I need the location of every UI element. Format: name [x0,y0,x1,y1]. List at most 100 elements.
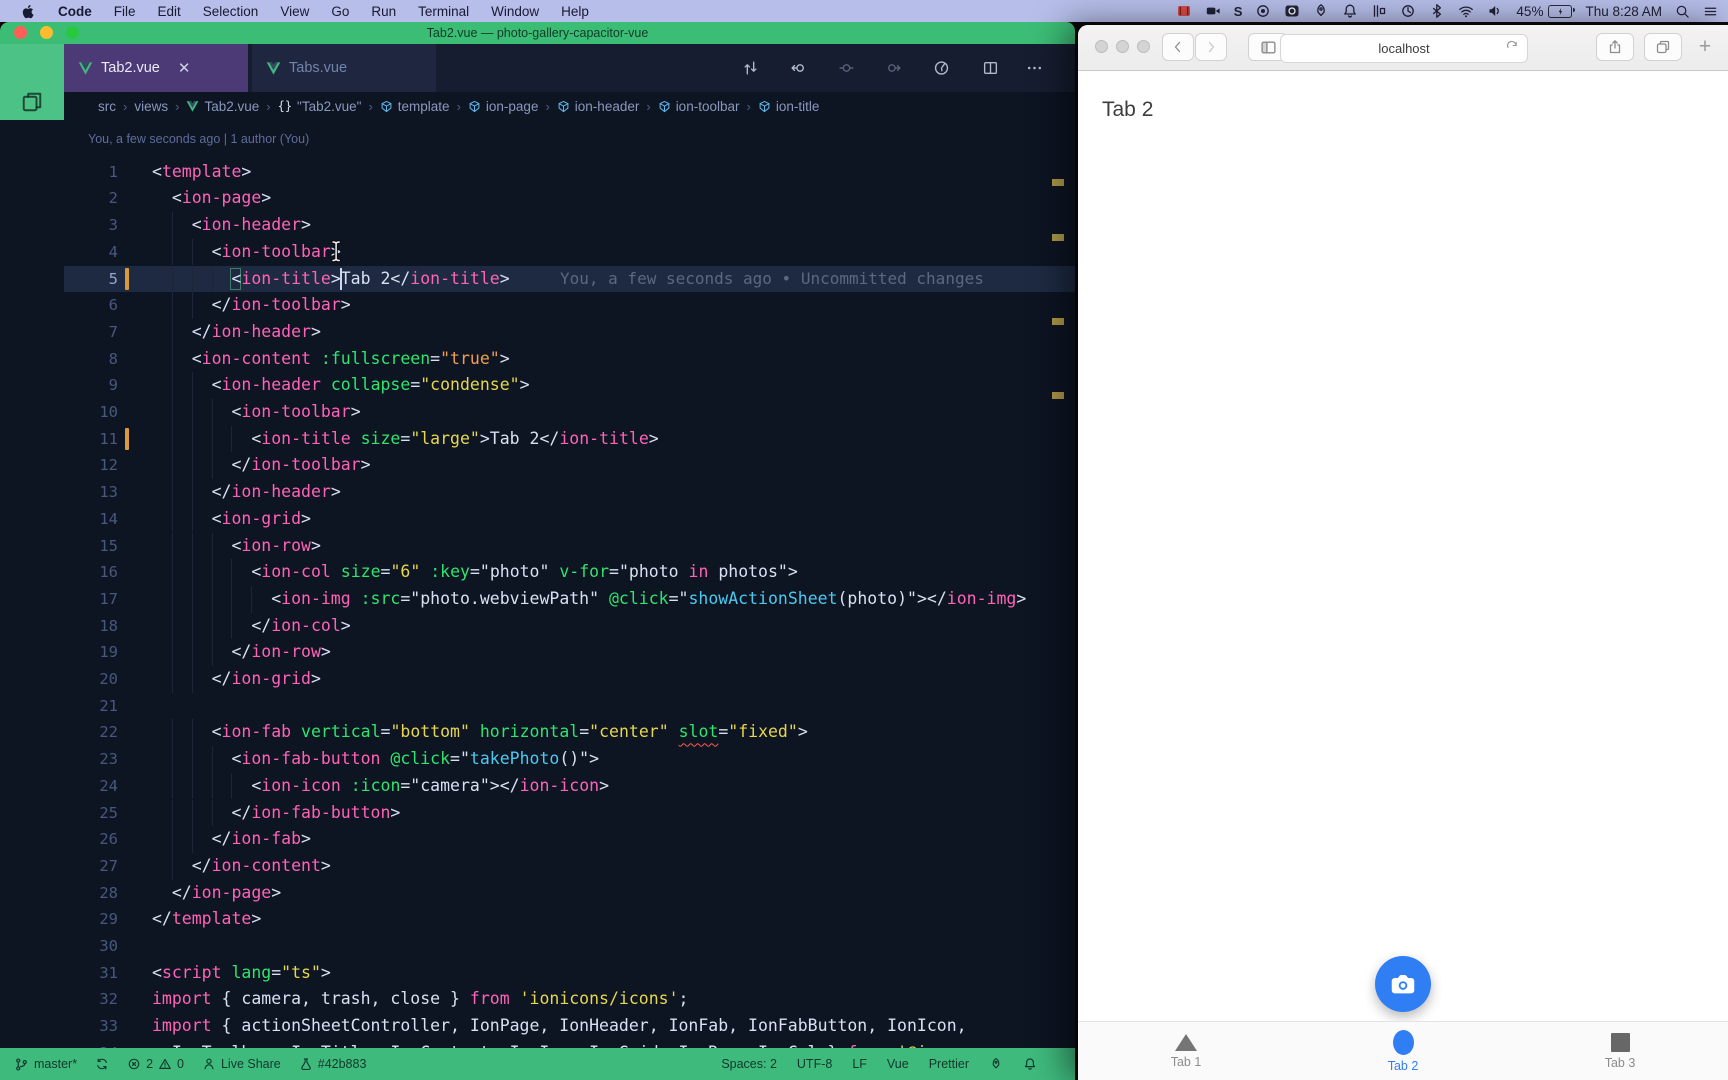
code-line[interactable]: 29</template> [64,906,1075,933]
sidebar-icon[interactable] [1260,39,1277,56]
code-line[interactable]: 23 <ion-fab-button @click="takePhoto()"> [64,746,1075,773]
problems-status[interactable]: 20 [127,1057,184,1071]
close-window-button[interactable] [1095,40,1108,53]
sketch-icon[interactable]: S [1234,4,1243,19]
menu-item-terminal[interactable]: Terminal [407,0,480,22]
share-icon[interactable] [1607,39,1623,55]
breadcrumb-item[interactable]: src [98,99,116,114]
code-line[interactable]: 2 <ion-page> [64,185,1075,212]
volume-icon[interactable] [1487,3,1503,19]
dock-icon[interactable] [1371,3,1387,19]
zoom-window-button[interactable] [1137,40,1150,53]
menulist-icon[interactable] [1703,4,1718,19]
back-button[interactable] [1162,33,1194,61]
code-line[interactable]: 14 <ion-grid> [64,506,1075,533]
menu-item-edit[interactable]: Edit [147,0,192,22]
code-line[interactable]: 10 <ion-toolbar> [64,399,1075,426]
files-icon[interactable] [20,90,44,114]
menu-item-code[interactable]: Code [47,0,103,22]
share-button[interactable] [1596,33,1634,61]
more-actions-button[interactable] [1026,60,1043,77]
address-bar[interactable]: localhost [1280,34,1528,63]
code-line[interactable]: 19 </ion-row> [64,639,1075,666]
git-compare-button[interactable] [742,60,759,77]
code-line[interactable]: 6 </ion-toolbar> [64,292,1075,319]
live-share-status[interactable]: Live Share [202,1057,281,1071]
code-line[interactable]: 12 </ion-toolbar> [64,452,1075,479]
ion-tab-tab-2[interactable]: Tab 2 [1333,1022,1473,1080]
ion-tab-tab-1[interactable]: Tab 1 [1116,1022,1256,1080]
videocam-icon[interactable] [1205,3,1221,19]
nav-circle-icon[interactable] [838,60,855,77]
breadcrumb-item[interactable]: ion-toolbar [658,99,740,114]
ion-tab-tab-3[interactable]: Tab 3 [1550,1022,1690,1080]
nav-forward-button[interactable] [885,60,902,77]
timeline-button[interactable] [933,60,950,77]
breadcrumb-item[interactable]: template [380,99,450,114]
code-line[interactable]: 16 <ion-col size="6" :key="photo" v-for=… [64,559,1075,586]
timeline-icon[interactable] [933,60,950,77]
bluetooth-icon[interactable] [1429,3,1445,19]
code-line[interactable]: 34 IonToolbar, IonTitle, IonContent, Ion… [64,1040,1075,1048]
activity-files-button[interactable] [20,90,44,114]
breadcrumb-item[interactable]: ion-header [557,99,640,114]
breadcrumb-item[interactable]: {}"Tab2.vue" [278,99,362,114]
tabsov-icon[interactable] [1655,39,1671,55]
nav-back-button[interactable] [790,60,807,77]
code-line[interactable]: 33import { actionSheetController, IonPag… [64,1013,1075,1040]
chevL-icon[interactable] [1170,39,1186,55]
encoding-status[interactable]: UTF-8 [797,1057,832,1071]
code-line[interactable]: 32import { camera, trash, close } from '… [64,986,1075,1013]
code-line[interactable]: 3 <ion-header> [64,212,1075,239]
eol-status[interactable]: LF [852,1057,867,1071]
menu-item-selection[interactable]: Selection [192,0,270,22]
camera-fab-button[interactable] [1375,956,1431,1012]
editor-tab-tabs-vue[interactable]: Tabs.vue [252,44,436,92]
code-line[interactable]: 26 </ion-fab> [64,826,1075,853]
code-line[interactable]: 21 [64,693,1075,720]
menu-clock[interactable]: Thu 8:28 AM [1585,4,1662,19]
code-line[interactable]: 9 <ion-header collapse="condense"> [64,372,1075,399]
code-line[interactable]: 25 </ion-fab-button> [64,800,1075,827]
code-line[interactable]: 31<script lang="ts"> [64,960,1075,987]
sync-status[interactable] [95,1057,109,1071]
screenrec-icon[interactable] [1284,3,1300,19]
code-editor[interactable]: You, a few seconds ago | 1 author (You) 1… [0,120,1075,1048]
rocket-icon[interactable] [1313,3,1329,19]
menu-item-window[interactable]: Window [480,0,550,22]
code-line[interactable]: 5 <ion-title>Tab 2</ion-title>You, a few… [64,266,1075,293]
color-hash-status[interactable]: #42b883 [299,1057,367,1071]
notifications-bell-button[interactable] [1023,1057,1037,1071]
forward-button[interactable] [1195,33,1227,61]
code-line[interactable]: 27 </ion-content> [64,853,1075,880]
menu-item-go[interactable]: Go [320,0,360,22]
code-line[interactable]: 20 </ion-grid> [64,666,1075,693]
menu-item-file[interactable]: File [103,0,147,22]
code-line[interactable]: 22 <ion-fab vertical="bottom" horizontal… [64,719,1075,746]
bell-icon[interactable] [1023,1057,1037,1071]
split-editor-button[interactable] [982,60,999,77]
apple-menu[interactable] [10,0,47,22]
reload-icon[interactable] [1505,40,1519,54]
code-line[interactable]: 18 </ion-col> [64,613,1075,640]
chevR-icon[interactable] [1203,39,1219,55]
git-compare-icon[interactable] [742,60,759,77]
battery-status[interactable]: 45% [1516,4,1572,19]
clock-icon[interactable] [1400,3,1416,19]
film-icon[interactable] [1176,3,1192,19]
breadcrumb-item[interactable]: ion-page [468,99,539,114]
vscode-title-bar[interactable]: Tab2.vue — photo-gallery-capacitor-vue [0,22,1075,44]
code-line[interactable]: 15 <ion-row> [64,533,1075,560]
nav-forward-icon[interactable] [885,60,902,77]
reload-icon[interactable] [1505,40,1519,54]
code-line[interactable]: 13 </ion-header> [64,479,1075,506]
codelens-annotation[interactable]: You, a few seconds ago | 1 author (You) [88,126,309,153]
code-line[interactable]: 11 <ion-title size="large">Tab 2</ion-ti… [64,426,1075,453]
git-branch-status[interactable]: master* [14,1057,77,1072]
rocket-icon[interactable] [989,1057,1003,1071]
code-line[interactable]: 17 <ion-img :src="photo.webviewPath" @cl… [64,586,1075,613]
split-editor-icon[interactable] [982,60,999,77]
editor-tab-tab2-vue[interactable]: Tab2.vue✕ [64,44,248,92]
menu-item-view[interactable]: View [269,0,320,22]
record-icon[interactable] [1255,3,1271,19]
